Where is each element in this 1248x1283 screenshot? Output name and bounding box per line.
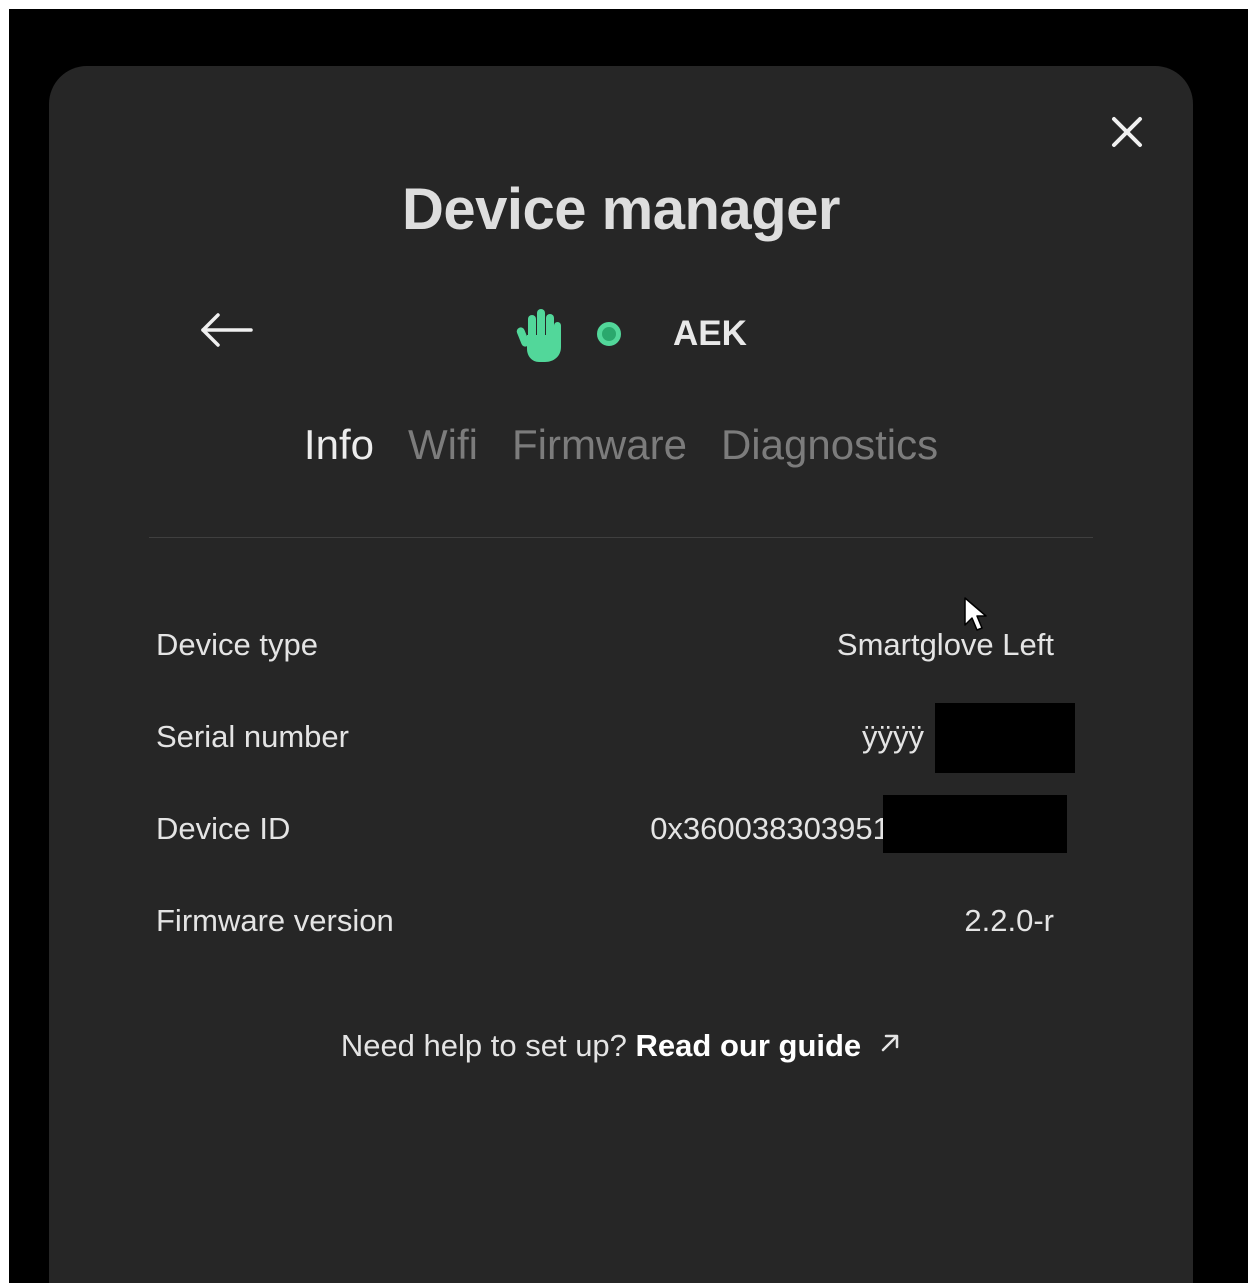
info-row-device-type: Device type Smartglove Left [156,627,1054,671]
hand-icon [516,309,561,362]
tab-bar: Info Wifi Firmware Diagnostics [49,421,1193,469]
window-frame: Device manager AEK Info Wifi Firmware Di… [0,0,1248,1283]
info-row-firmware-version: Firmware version 2.2.0-r [156,903,1054,947]
tab-diagnostics[interactable]: Diagnostics [721,421,938,469]
device-name: AEK [673,314,747,353]
help-line: Need help to set up? Read our guide [49,1028,1193,1064]
device-manager-dialog: Device manager AEK Info Wifi Firmware Di… [49,66,1193,1283]
tab-divider [149,537,1093,538]
device-id-label: Device ID [156,811,291,846]
arrow-left-icon [201,313,253,347]
dialog-title: Device manager [402,177,840,242]
tab-firmware[interactable]: Firmware [512,421,687,469]
info-row-serial-number: Serial number ÿÿÿÿ [156,703,1075,773]
device-type-value: Smartglove Left [836,627,1054,662]
redaction-box [935,703,1075,773]
tab-info[interactable]: Info [304,421,374,469]
read-guide-link[interactable]: Read our guide [636,1028,902,1063]
device-type-label: Device type [156,627,318,662]
back-button[interactable] [199,310,255,350]
app-background: Device manager AEK Info Wifi Firmware Di… [9,9,1248,1283]
serial-number-label: Serial number [156,719,349,754]
redaction-box [883,795,1067,853]
device-header: AEK [515,304,747,364]
firmware-version-label: Firmware version [156,903,394,938]
tab-wifi[interactable]: Wifi [408,421,478,469]
close-icon [1112,117,1142,147]
help-text: Need help to set up? [340,1028,627,1063]
firmware-version-value: 2.2.0-r [964,903,1054,938]
info-row-device-id: 0x3600383039510F Device ID [156,795,1067,855]
close-button[interactable] [1105,110,1149,154]
connection-status-dot [597,322,621,346]
external-link-icon [881,1034,899,1052]
read-guide-label: Read our guide [635,1028,862,1063]
serial-number-value: ÿÿÿÿ [862,719,924,754]
